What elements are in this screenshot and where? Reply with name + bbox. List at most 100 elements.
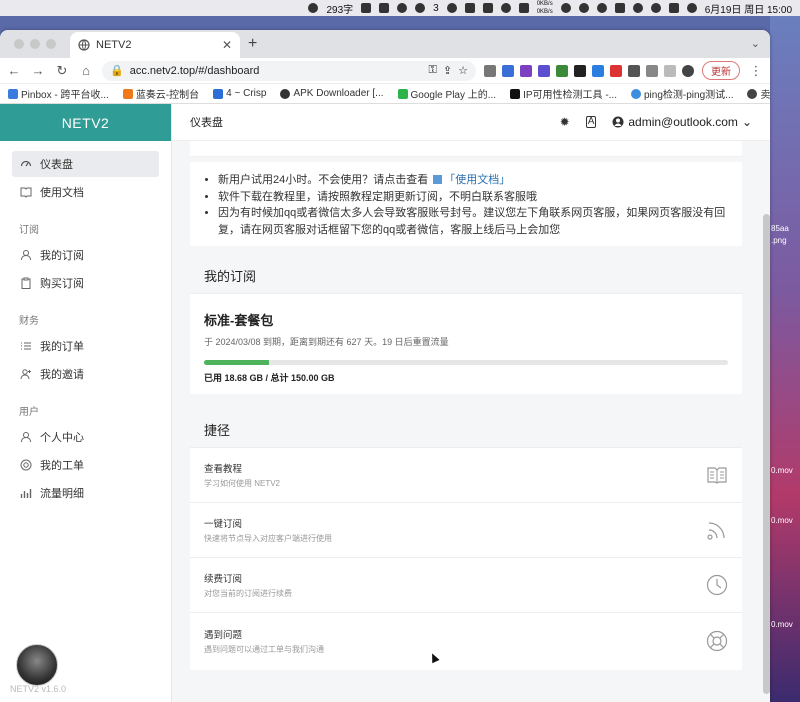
- page-scrollbar[interactable]: [763, 214, 770, 694]
- sidebar-item-my-orders[interactable]: 我的订单: [12, 333, 159, 359]
- app-container: NETV2 仪表盘 使用文档 订阅 我的订阅 购买订阅 财务 我的订单 我的邀请…: [0, 104, 770, 702]
- browser-tab[interactable]: NETV2 ✕: [70, 32, 240, 58]
- new-tab-button[interactable]: +: [248, 35, 257, 53]
- qq-icon[interactable]: [446, 3, 457, 13]
- close-app-icon[interactable]: [464, 3, 475, 13]
- onenote-icon[interactable]: [520, 64, 532, 77]
- close-window-button[interactable]: [14, 39, 24, 49]
- lock-icon[interactable]: 🔒: [110, 64, 124, 77]
- messages-count: 3: [433, 2, 439, 14]
- docs-link[interactable]: 「使用文档」: [444, 174, 510, 186]
- theme-sun-icon[interactable]: ✹: [560, 115, 570, 129]
- wechat-icon[interactable]: [415, 3, 426, 13]
- wifi-icon[interactable]: [632, 3, 643, 13]
- reload-button[interactable]: ↻: [54, 63, 70, 79]
- tomato-icon[interactable]: [560, 3, 571, 13]
- back-button[interactable]: ←: [6, 63, 22, 78]
- zoom-window-button[interactable]: [46, 39, 56, 49]
- clock-icon: [706, 574, 728, 596]
- messages-indicator[interactable]: 3: [433, 3, 439, 14]
- update-button[interactable]: 更新: [702, 61, 740, 80]
- evernote-icon[interactable]: [500, 3, 511, 13]
- close-tab-icon[interactable]: ✕: [222, 38, 232, 52]
- rss-icon: [707, 522, 725, 540]
- app-icon[interactable]: [361, 3, 372, 13]
- minimize-window-button[interactable]: [30, 39, 40, 49]
- display-icon[interactable]: [614, 3, 625, 13]
- profile-avatar-icon[interactable]: [682, 64, 694, 77]
- shortcut-tutorial[interactable]: 查看教程 学习如何使用 NETV2: [190, 448, 742, 503]
- desktop-file-label[interactable]: 85aa: [771, 224, 789, 233]
- bookmark-favicon-icon: [213, 88, 224, 99]
- search-icon[interactable]: [650, 3, 661, 13]
- sidebar-item-docs[interactable]: 使用文档: [12, 179, 159, 205]
- bookmark-item[interactable]: Pinbox - 跨平台收...: [8, 86, 109, 101]
- desktop-file-label[interactable]: 0.mov: [771, 516, 793, 525]
- cloud-icon[interactable]: [397, 3, 408, 13]
- sidebar-item-tickets[interactable]: 我的工单: [12, 452, 159, 478]
- key-icon[interactable]: ⚿: [429, 64, 437, 77]
- puzzle-icon[interactable]: [646, 64, 658, 77]
- shield-extension-icon[interactable]: [556, 64, 568, 77]
- shortcut-renew[interactable]: 续费订阅 对您当前的订阅进行续费: [190, 558, 742, 613]
- share-icon[interactable]: ⇪: [443, 64, 452, 77]
- sidebar-item-label: 使用文档: [40, 187, 84, 199]
- window-controls: [14, 39, 56, 49]
- xmark-icon[interactable]: [596, 3, 607, 13]
- desktop-file-label[interactable]: .png: [771, 236, 787, 245]
- support-chat-avatar[interactable]: [16, 644, 58, 686]
- sidebar-item-traffic[interactable]: 流量明细: [12, 480, 159, 506]
- siri-icon[interactable]: [686, 3, 697, 13]
- desktop-file-label[interactable]: 0.mov: [771, 466, 793, 475]
- battery-icon[interactable]: [518, 3, 529, 13]
- sidebar-item-my-invites[interactable]: 我的邀请: [12, 361, 159, 387]
- forward-button[interactable]: →: [30, 63, 46, 78]
- grid-icon[interactable]: [379, 3, 390, 13]
- bookmark-item[interactable]: 卖账号的: [747, 86, 770, 101]
- user-menu[interactable]: admin@outlook.com ⌄: [612, 115, 752, 129]
- brand-logo[interactable]: NETV2: [0, 104, 171, 141]
- clock-text[interactable]: 6月19日 周日 15:00: [705, 1, 792, 16]
- translate-extension-icon[interactable]: [502, 64, 514, 77]
- sidebar-item-label: 我的邀请: [40, 369, 84, 381]
- download-icon[interactable]: [484, 64, 496, 77]
- bookmark-item[interactable]: Google Play 上的...: [397, 86, 496, 101]
- shortcut-get-help[interactable]: 遇到问题 遇到问题可以通过工单与我们沟通: [190, 613, 742, 668]
- bookmark-item[interactable]: ping检测-ping测试...: [631, 86, 733, 101]
- extension-icon[interactable]: [610, 64, 622, 77]
- home-button[interactable]: ⌂: [78, 63, 94, 78]
- record-icon[interactable]: [308, 3, 319, 13]
- bookmark-item[interactable]: IP可用性检测工具 -...: [510, 86, 617, 101]
- control-center-icon[interactable]: [668, 3, 679, 13]
- sidebar-toggle-icon[interactable]: [664, 64, 676, 77]
- bookmark-favicon-icon: [397, 88, 408, 99]
- language-icon[interactable]: A: [585, 116, 597, 128]
- sidebar-item-my-subscription[interactable]: 我的订阅: [12, 242, 159, 268]
- extension-icon[interactable]: [574, 64, 586, 77]
- bookmark-item[interactable]: APK Downloader [...: [280, 88, 384, 99]
- browser-window: NETV2 ✕ + ⌄ ← → ↻ ⌂ 🔒 acc.netv2.top/#/da…: [0, 30, 770, 702]
- word-count[interactable]: 293字: [326, 1, 353, 16]
- translate-icon[interactable]: [482, 3, 493, 13]
- shortcut-desc: 快速将节点导入对应客户端进行使用: [204, 534, 332, 543]
- sidebar-item-label: 购买订阅: [40, 278, 84, 290]
- address-bar[interactable]: 🔒 acc.netv2.top/#/dashboard ⚿ ⇪ ☆: [102, 60, 476, 81]
- sidebar-item-profile[interactable]: 个人中心: [12, 424, 159, 450]
- shortcut-one-click-subscribe[interactable]: 一键订阅 快速将节点导入对应客户端进行使用: [190, 503, 742, 558]
- clipboard-icon: [21, 277, 31, 289]
- menu-dots-icon[interactable]: ⋮: [748, 63, 764, 79]
- net-speed: 0KB/s 0KB/s: [537, 1, 553, 15]
- bookmark-star-icon[interactable]: ☆: [458, 64, 468, 77]
- tab-search-chevron-icon[interactable]: ⌄: [751, 37, 760, 50]
- sidebar-item-buy-subscription[interactable]: 购买订阅: [12, 270, 159, 296]
- cube-icon[interactable]: [592, 64, 604, 77]
- sidebar-item-dashboard[interactable]: 仪表盘: [12, 151, 159, 177]
- desktop-file-label[interactable]: 0.mov: [771, 620, 793, 629]
- pin-icon[interactable]: [578, 3, 589, 13]
- bookmark-item[interactable]: 蓝奏云-控制台: [122, 86, 199, 101]
- sidebar-item-label: 个人中心: [40, 432, 84, 444]
- section-title: 捷径: [190, 412, 742, 448]
- bookmark-item[interactable]: 4 ~ Crisp: [213, 88, 266, 99]
- speed-icon[interactable]: [628, 64, 640, 77]
- extension-icon[interactable]: [538, 64, 550, 77]
